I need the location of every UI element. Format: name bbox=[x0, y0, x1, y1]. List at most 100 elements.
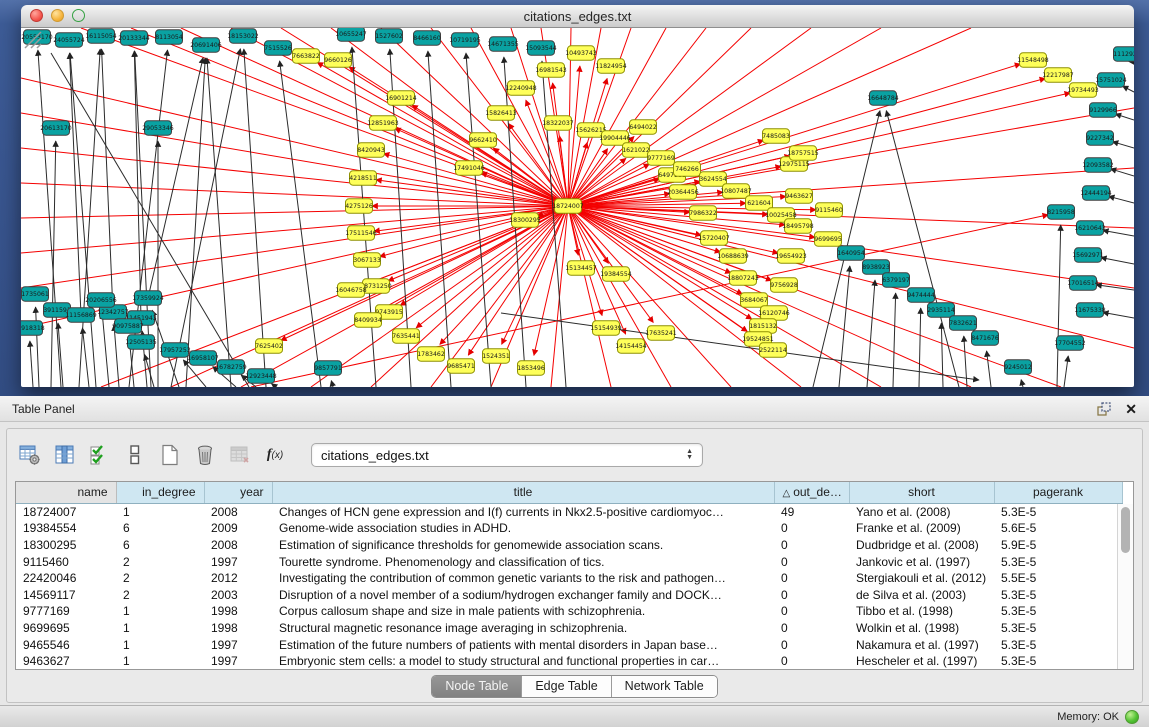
table-cell[interactable]: Tourette syndrome. Phenomenology and cla… bbox=[272, 553, 774, 570]
table-cell[interactable]: 49 bbox=[774, 503, 849, 520]
table-cell[interactable]: 0 bbox=[774, 570, 849, 587]
table-cell[interactable]: Jankovic et al. (1997) bbox=[849, 553, 994, 570]
graph-edge[interactable] bbox=[440, 206, 568, 344]
table-cell[interactable]: Yano et al. (2008) bbox=[849, 503, 994, 520]
graph-edge[interactable] bbox=[1112, 142, 1134, 148]
graph-edge[interactable] bbox=[30, 341, 33, 387]
table-cell[interactable]: 2012 bbox=[204, 570, 272, 587]
table-cell[interactable]: 9115460 bbox=[16, 553, 116, 570]
table-cell[interactable]: Estimation of significance thresholds fo… bbox=[272, 537, 774, 554]
citation-network-graph[interactable]: 2055317024055724161150542013334481130542… bbox=[21, 28, 1134, 387]
graph-edge[interactable] bbox=[38, 50, 61, 387]
table-cell[interactable]: 5.3E-5 bbox=[994, 603, 1122, 620]
table-cell[interactable]: 1 bbox=[116, 503, 204, 520]
table-row[interactable]: 946554611997Estimation of the future num… bbox=[16, 636, 1122, 653]
graph-edge[interactable] bbox=[21, 206, 568, 288]
graph-edge[interactable] bbox=[466, 53, 491, 387]
graph-edge[interactable] bbox=[51, 141, 56, 387]
table-cell[interactable]: 5.3E-5 bbox=[994, 636, 1122, 653]
table-cell[interactable]: Corpus callosum shape and size in male p… bbox=[272, 603, 774, 620]
table-cell[interactable]: 1 bbox=[116, 653, 204, 670]
graph-edge[interactable] bbox=[79, 49, 100, 387]
graph-edge[interactable] bbox=[186, 58, 205, 387]
graph-edge[interactable] bbox=[102, 49, 113, 312]
table-row[interactable]: 946362711997Embryonic stem cells: a mode… bbox=[16, 653, 1122, 670]
close-window-button[interactable] bbox=[30, 9, 43, 22]
table-cell[interactable]: 19384554 bbox=[16, 520, 116, 537]
table-row[interactable]: 1938455462009Genome-wide association stu… bbox=[16, 520, 1122, 537]
graph-edge[interactable] bbox=[919, 308, 921, 387]
table-row[interactable]: 1872400712008Changes of HCN gene express… bbox=[16, 503, 1122, 520]
graph-edge[interactable] bbox=[207, 58, 231, 387]
table-cell[interactable]: 2009 bbox=[204, 520, 272, 537]
table-cell[interactable]: 0 bbox=[774, 620, 849, 637]
graph-edge[interactable] bbox=[839, 266, 850, 387]
table-cell[interactable]: Disruption of a novel member of a sodium… bbox=[272, 586, 774, 603]
graph-edge[interactable] bbox=[36, 307, 39, 387]
graph-edge[interactable] bbox=[987, 351, 991, 387]
table-cell[interactable]: 0 bbox=[774, 537, 849, 554]
table-cell[interactable]: 9699695 bbox=[16, 620, 116, 637]
graph-edge[interactable] bbox=[1101, 257, 1134, 264]
graph-edge[interactable] bbox=[941, 323, 943, 387]
table-cell[interactable]: 0 bbox=[774, 586, 849, 603]
table-cell[interactable]: Embryonic stem cells: a model to study s… bbox=[272, 653, 774, 670]
table-cell[interactable]: 5.3E-5 bbox=[994, 653, 1122, 670]
graph-edge[interactable] bbox=[134, 51, 141, 318]
table-cell[interactable]: Dudbridge et al. (2008) bbox=[849, 537, 994, 554]
table-row[interactable]: 1830029562008Estimation of significance … bbox=[16, 537, 1122, 554]
table-cell[interactable]: 9777169 bbox=[16, 603, 116, 620]
table-cell[interactable]: 22420046 bbox=[16, 570, 116, 587]
table-cell[interactable]: Wolkin et al. (1998) bbox=[849, 620, 994, 637]
graph-edge[interactable] bbox=[1123, 86, 1134, 92]
resize-grip-icon[interactable] bbox=[21, 28, 43, 50]
graph-edge[interactable] bbox=[568, 64, 1021, 206]
tab-node-table[interactable]: Node Table bbox=[432, 676, 521, 697]
table-scrollbar-thumb[interactable] bbox=[1121, 507, 1130, 553]
column-header[interactable]: title bbox=[272, 482, 774, 503]
new-column-icon[interactable] bbox=[157, 442, 183, 468]
graph-edge[interactable] bbox=[1109, 196, 1134, 203]
tab-network-table[interactable]: Network Table bbox=[611, 676, 717, 697]
table-cell[interactable]: 5.5E-5 bbox=[994, 570, 1122, 587]
function-builder-icon[interactable]: f(x) bbox=[262, 442, 288, 468]
table-cell[interactable]: 1997 bbox=[204, 653, 272, 670]
table-cell[interactable]: 1997 bbox=[204, 553, 272, 570]
table-cell[interactable]: 9463627 bbox=[16, 653, 116, 670]
graph-edge[interactable] bbox=[568, 28, 811, 206]
table-row[interactable]: 1456911722003Disruption of a novel membe… bbox=[16, 586, 1122, 603]
window-titlebar[interactable]: citations_edges.txt bbox=[21, 5, 1134, 28]
table-cell[interactable]: 2 bbox=[116, 570, 204, 587]
table-cell[interactable]: 0 bbox=[774, 520, 849, 537]
table-cell[interactable]: 1 bbox=[116, 620, 204, 637]
graph-edge[interactable] bbox=[1103, 230, 1134, 236]
table-cell[interactable]: 1 bbox=[116, 603, 204, 620]
table-cell[interactable]: 2003 bbox=[204, 586, 272, 603]
column-header[interactable]: pagerank bbox=[994, 482, 1122, 503]
column-header[interactable]: short bbox=[849, 482, 994, 503]
table-scrollbar[interactable] bbox=[1117, 504, 1133, 669]
graph-edge[interactable] bbox=[1110, 169, 1134, 176]
table-cell[interactable]: 2008 bbox=[204, 503, 272, 520]
graph-edge[interactable] bbox=[21, 206, 568, 253]
table-settings-icon[interactable] bbox=[17, 442, 43, 468]
graph-edge[interactable] bbox=[501, 313, 979, 380]
table-row[interactable]: 2242004622012Investigating the contribut… bbox=[16, 570, 1122, 587]
graph-edge[interactable] bbox=[568, 206, 611, 387]
table-cell[interactable]: 2 bbox=[116, 553, 204, 570]
table-cell[interactable]: 18300295 bbox=[16, 537, 116, 554]
graph-edge[interactable] bbox=[244, 49, 266, 387]
graph-edge[interactable] bbox=[1021, 380, 1023, 387]
graph-edge[interactable] bbox=[568, 78, 1045, 206]
table-cell[interactable]: Investigating the contribution of common… bbox=[272, 570, 774, 587]
graph-edge[interactable] bbox=[271, 384, 276, 387]
table-cell[interactable]: Franke et al. (2009) bbox=[849, 520, 994, 537]
table-cell[interactable]: Genome-wide association studies in ADHD. bbox=[272, 520, 774, 537]
table-cell[interactable]: 5.6E-5 bbox=[994, 520, 1122, 537]
table-cell[interactable]: de Silva et al. (2003) bbox=[849, 586, 994, 603]
graph-edge[interactable] bbox=[1103, 312, 1134, 318]
table-select-dropdown[interactable]: citations_edges.txt ▲▼ bbox=[311, 443, 703, 467]
network-canvas[interactable]: 2055317024055724161150542013334481130542… bbox=[21, 28, 1134, 387]
graph-edge[interactable] bbox=[1064, 356, 1068, 387]
table-cell[interactable]: Nakamura et al. (1997) bbox=[849, 636, 994, 653]
